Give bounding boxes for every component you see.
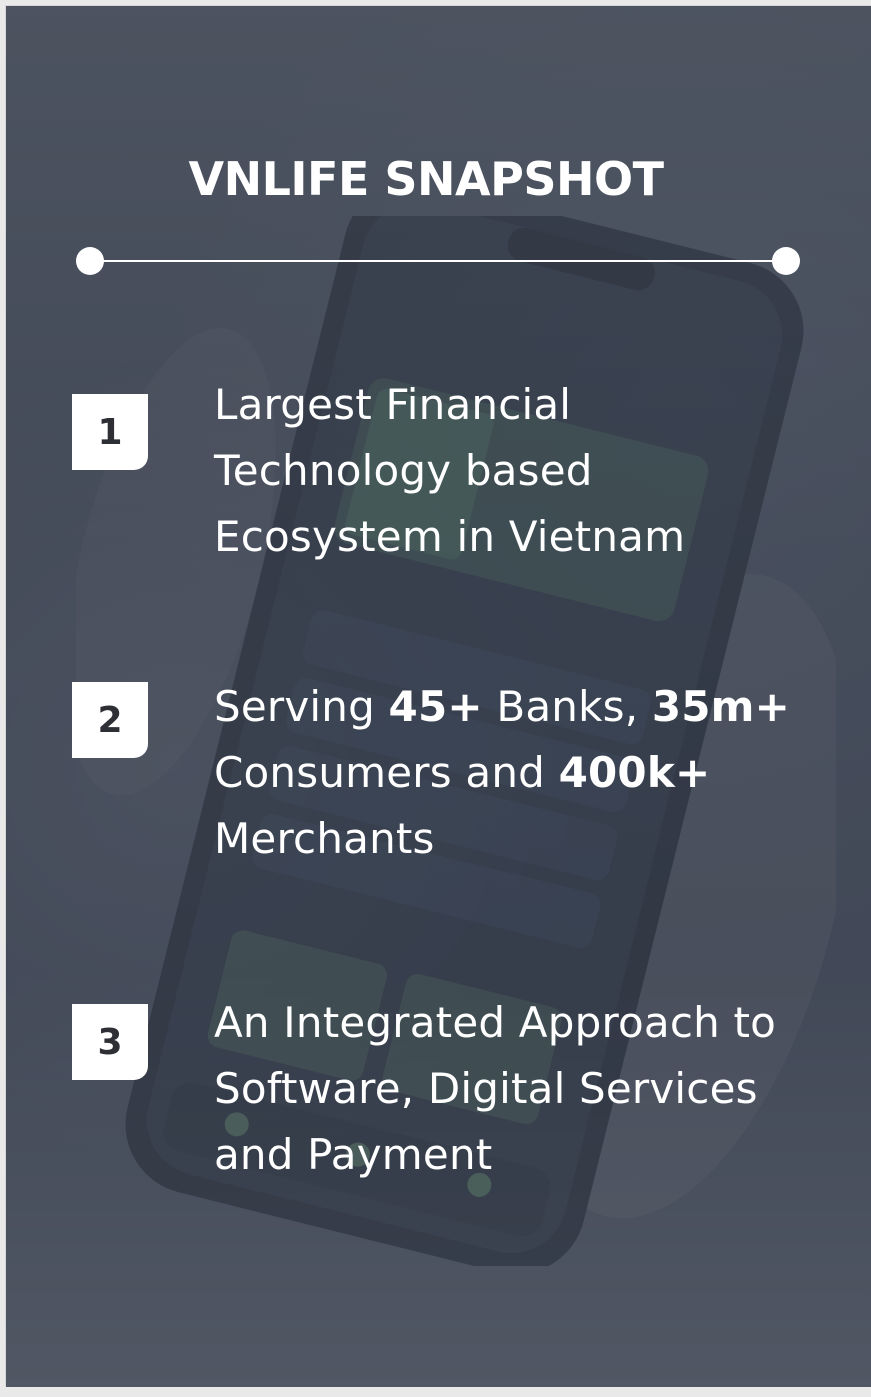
title-divider: [76, 247, 800, 275]
number-badge-3: 3: [72, 1004, 148, 1080]
text-line: An Integrated Approach to: [214, 998, 777, 1047]
page-bottom-border: [0, 1387, 871, 1397]
text-line: Serving 45+ Banks, 35m+: [214, 674, 844, 740]
snapshot-card: VNLIFE SNAPSHOT 1 Largest Financial Tech…: [5, 5, 871, 1387]
text-line: Software, Digital Services: [214, 1064, 758, 1113]
text-line: Largest Financial: [214, 380, 572, 429]
banks-count: 45+: [388, 682, 483, 731]
text-plain: Banks,: [482, 682, 652, 731]
snapshot-text-1: Largest Financial Technology based Ecosy…: [214, 372, 844, 570]
text-line: Technology based: [214, 446, 593, 495]
consumers-count: 35m+: [651, 682, 791, 731]
divider-dot-left: [76, 247, 104, 275]
snapshot-text-2: Serving 45+ Banks, 35m+ Consumers and 40…: [214, 674, 844, 872]
text-line: and Payment: [214, 1130, 493, 1179]
number-badge-1: 1: [72, 394, 148, 470]
text-plain: Consumers and: [214, 748, 559, 797]
divider-line: [90, 260, 778, 262]
number-badge-2: 2: [72, 682, 148, 758]
divider-dot-right: [772, 247, 800, 275]
text-line: Merchants: [214, 814, 435, 863]
text-line: Ecosystem in Vietnam: [214, 512, 686, 561]
snapshot-text-3: An Integrated Approach to Software, Digi…: [214, 990, 844, 1188]
text-line: Consumers and 400k+: [214, 740, 844, 806]
text-plain: Serving: [214, 682, 389, 731]
merchants-count: 400k+: [558, 748, 711, 797]
page-title: VNLIFE SNAPSHOT: [188, 152, 664, 206]
